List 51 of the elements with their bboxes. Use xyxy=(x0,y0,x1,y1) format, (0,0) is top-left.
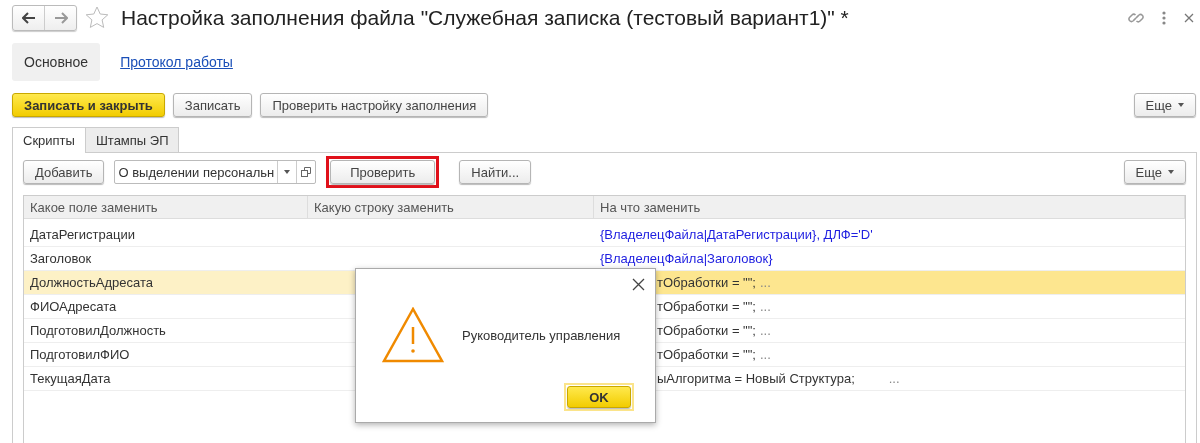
table-cell: ДолжностьАдресата xyxy=(24,271,308,294)
table-cell-text: ПодготовилФИО xyxy=(29,346,131,364)
link-icon[interactable] xyxy=(1128,10,1144,26)
right-arrow-icon xyxy=(53,12,68,24)
caret-icon[interactable] xyxy=(284,170,291,174)
table-cell: {ВладелецФайла|ДатаРегистрации}, ДЛФ='D' xyxy=(600,227,873,242)
command-button[interactable]: Проверить настройку заполнения xyxy=(260,93,489,117)
left-arrow-icon xyxy=(21,12,36,24)
table-cell: {ВладелецФайла|Заголовок} xyxy=(600,251,773,266)
table-cell: тОбработки = ""; xyxy=(657,275,756,290)
ellipsis: ... xyxy=(888,371,900,386)
check-button[interactable]: Проверить xyxy=(330,160,436,184)
close-icon[interactable] xyxy=(632,278,645,291)
section-link[interactable]: Протокол работы xyxy=(108,43,245,81)
command-button[interactable]: Записать xyxy=(172,93,253,117)
column-header[interactable]: Какое поле заменить xyxy=(24,196,308,218)
script-select[interactable]: О выделении персональн xyxy=(114,160,317,184)
table-cell-text: ТекущаяДата xyxy=(29,370,112,388)
table-cell-text: ПодготовилДолжность xyxy=(29,322,167,340)
table-cell-text: ФИОАдресата xyxy=(29,298,118,316)
more-button[interactable]: Еще xyxy=(1123,160,1186,184)
ellipsis: ... xyxy=(759,347,771,362)
ellipsis: ... xyxy=(759,323,771,338)
table-cell: ыАлгоритма = Новый Структура; xyxy=(657,371,855,386)
menu-icon[interactable] xyxy=(1162,11,1166,25)
tab[interactable]: Скрипты xyxy=(12,127,86,153)
command-button[interactable]: Записать и закрыть xyxy=(12,93,165,117)
copy-icon[interactable] xyxy=(301,167,312,177)
add-button[interactable]: Добавить xyxy=(23,160,105,184)
dialog-message: Руководитель управления xyxy=(462,327,621,343)
warning-icon xyxy=(382,307,444,363)
ellipsis: ... xyxy=(759,275,771,290)
column-header[interactable]: Какую строку заменить xyxy=(308,196,594,218)
more-button[interactable]: Еще xyxy=(1133,93,1196,117)
ellipsis: ... xyxy=(759,299,771,314)
close-icon[interactable] xyxy=(1184,13,1194,23)
table-cell-text: ДатаРегистрации xyxy=(29,226,136,244)
section-tab[interactable]: Основное xyxy=(12,43,101,81)
caret-icon xyxy=(1178,103,1184,107)
table-cell: тОбработки = ""; xyxy=(657,299,756,314)
table-cell: тОбработки = ""; xyxy=(657,347,756,362)
table-cell: тОбработки = ""; xyxy=(657,323,756,338)
find-button[interactable]: Найти... xyxy=(459,160,532,184)
table-row[interactable]: ДатаРегистрации {ВладелецФайла|ДатаРегистрации}, ДЛФ='D' xyxy=(24,223,1185,247)
column-header[interactable]: На что заменить xyxy=(594,196,1185,218)
star-icon[interactable] xyxy=(85,6,109,30)
tab[interactable]: Штампы ЭП xyxy=(85,127,180,152)
ok-button[interactable]: OK xyxy=(567,386,631,408)
table-cell-text: Заголовок xyxy=(29,250,93,268)
caret-icon xyxy=(1168,170,1174,174)
window-title: Настройка заполнения файла "Служебная записка (тестовый вариант1)" * xyxy=(121,6,849,30)
